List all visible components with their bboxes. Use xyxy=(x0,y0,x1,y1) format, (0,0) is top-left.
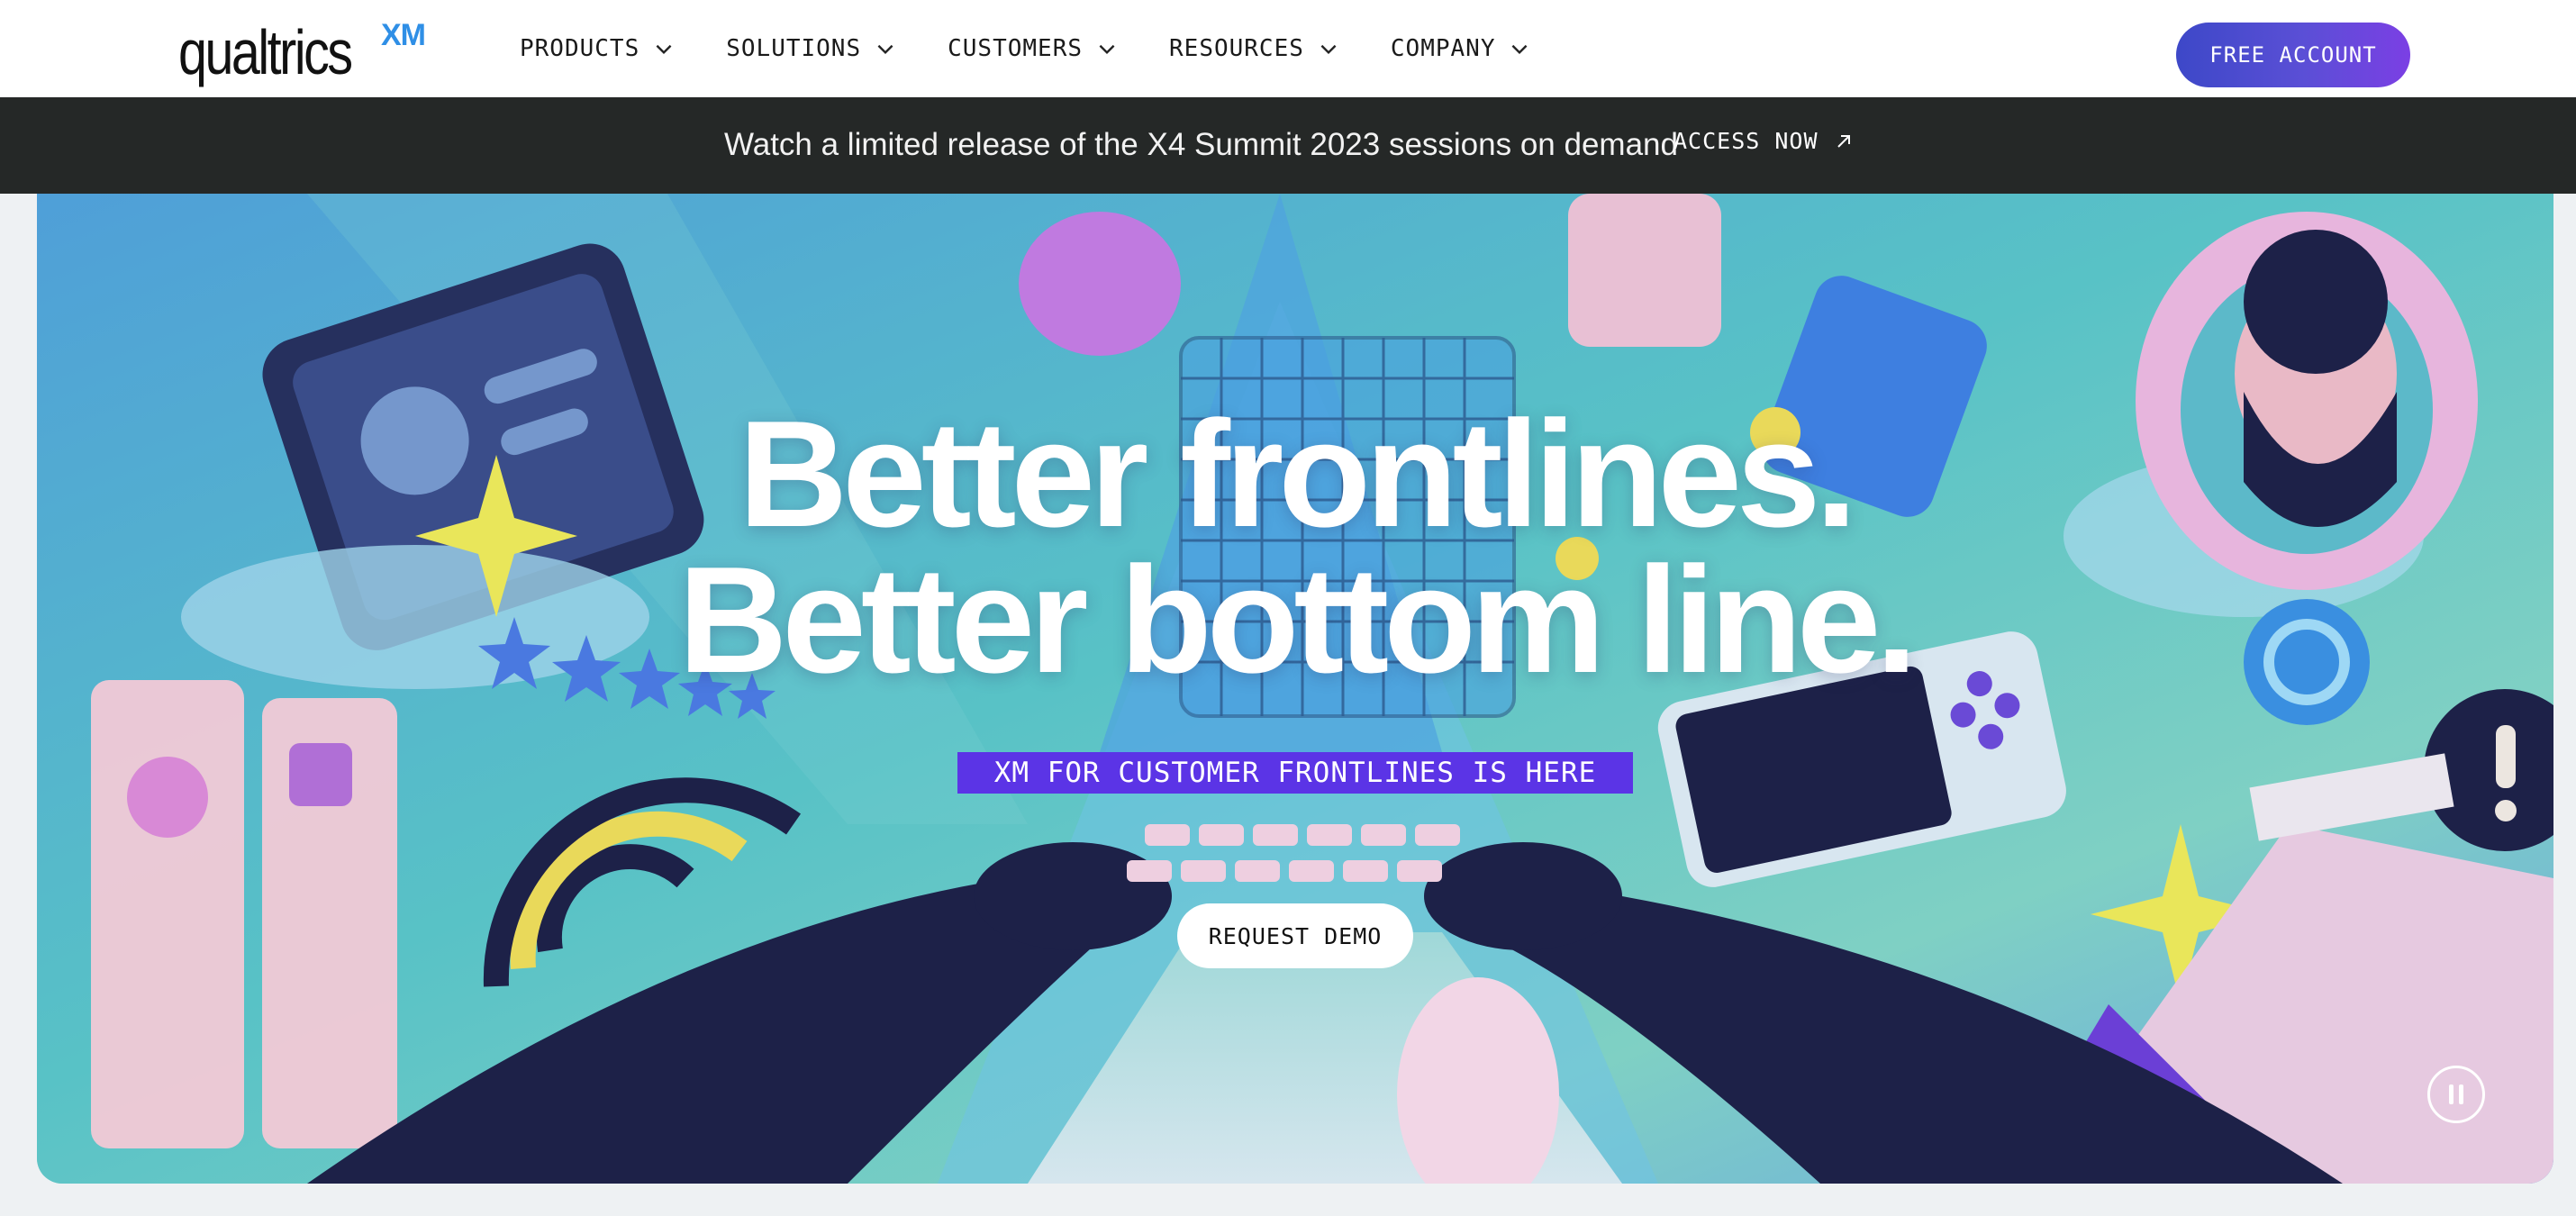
pause-icon xyxy=(2449,1084,2463,1104)
banner-text: Watch a limited release of the X4 Summit… xyxy=(724,127,1678,162)
qualtrics-logo[interactable]: qualtrics XM xyxy=(178,16,426,88)
headline-line-1: Better frontlines. xyxy=(738,389,1857,558)
menu-item-label: PRODUCTS xyxy=(520,35,640,62)
access-now-label: ACCESS NOW xyxy=(1673,128,1819,154)
logo-xm-badge: XM xyxy=(381,18,426,52)
chevron-down-icon xyxy=(1512,44,1528,55)
menu-item-label: SOLUTIONS xyxy=(726,35,862,62)
menu-item-solutions[interactable]: SOLUTIONS xyxy=(726,35,897,62)
access-now-link[interactable]: ACCESS NOW xyxy=(1673,128,1855,154)
menu-item-label: CUSTOMERS xyxy=(948,35,1084,62)
free-account-button[interactable]: FREE ACCOUNT xyxy=(2176,23,2410,87)
headline-line-2: Better bottom line. xyxy=(677,535,1918,704)
hero-headline: Better frontlines. Better bottom line. xyxy=(37,389,2553,704)
main-menu: PRODUCTS SOLUTIONS CUSTOMERS RESOURCES C… xyxy=(520,0,1582,97)
pause-animation-button[interactable] xyxy=(2427,1066,2485,1123)
logo-wordmark: qualtrics xyxy=(178,17,353,87)
menu-item-resources[interactable]: RESOURCES xyxy=(1169,35,1340,62)
chevron-down-icon xyxy=(1320,44,1337,55)
chevron-down-icon xyxy=(656,44,672,55)
menu-item-company[interactable]: COMPANY xyxy=(1391,35,1532,62)
request-demo-button[interactable]: REQUEST DEMO xyxy=(1177,903,1413,968)
menu-item-label: RESOURCES xyxy=(1169,35,1304,62)
chevron-down-icon xyxy=(877,44,893,55)
chevron-down-icon xyxy=(1099,44,1115,55)
hero-section: Better frontlines. Better bottom line. X… xyxy=(37,194,2553,1184)
menu-item-customers[interactable]: CUSTOMERS xyxy=(948,35,1119,62)
menu-item-label: COMPANY xyxy=(1390,35,1496,62)
hero-tagline: XM FOR CUSTOMER FRONTLINES IS HERE xyxy=(957,752,1633,794)
menu-item-products[interactable]: PRODUCTS xyxy=(520,35,676,62)
announcement-banner: Watch a limited release of the X4 Summit… xyxy=(0,97,2576,194)
top-navigation: qualtrics XM PRODUCTS SOLUTIONS CUSTOMER… xyxy=(0,0,2576,97)
arrow-up-right-icon xyxy=(1837,134,1850,148)
